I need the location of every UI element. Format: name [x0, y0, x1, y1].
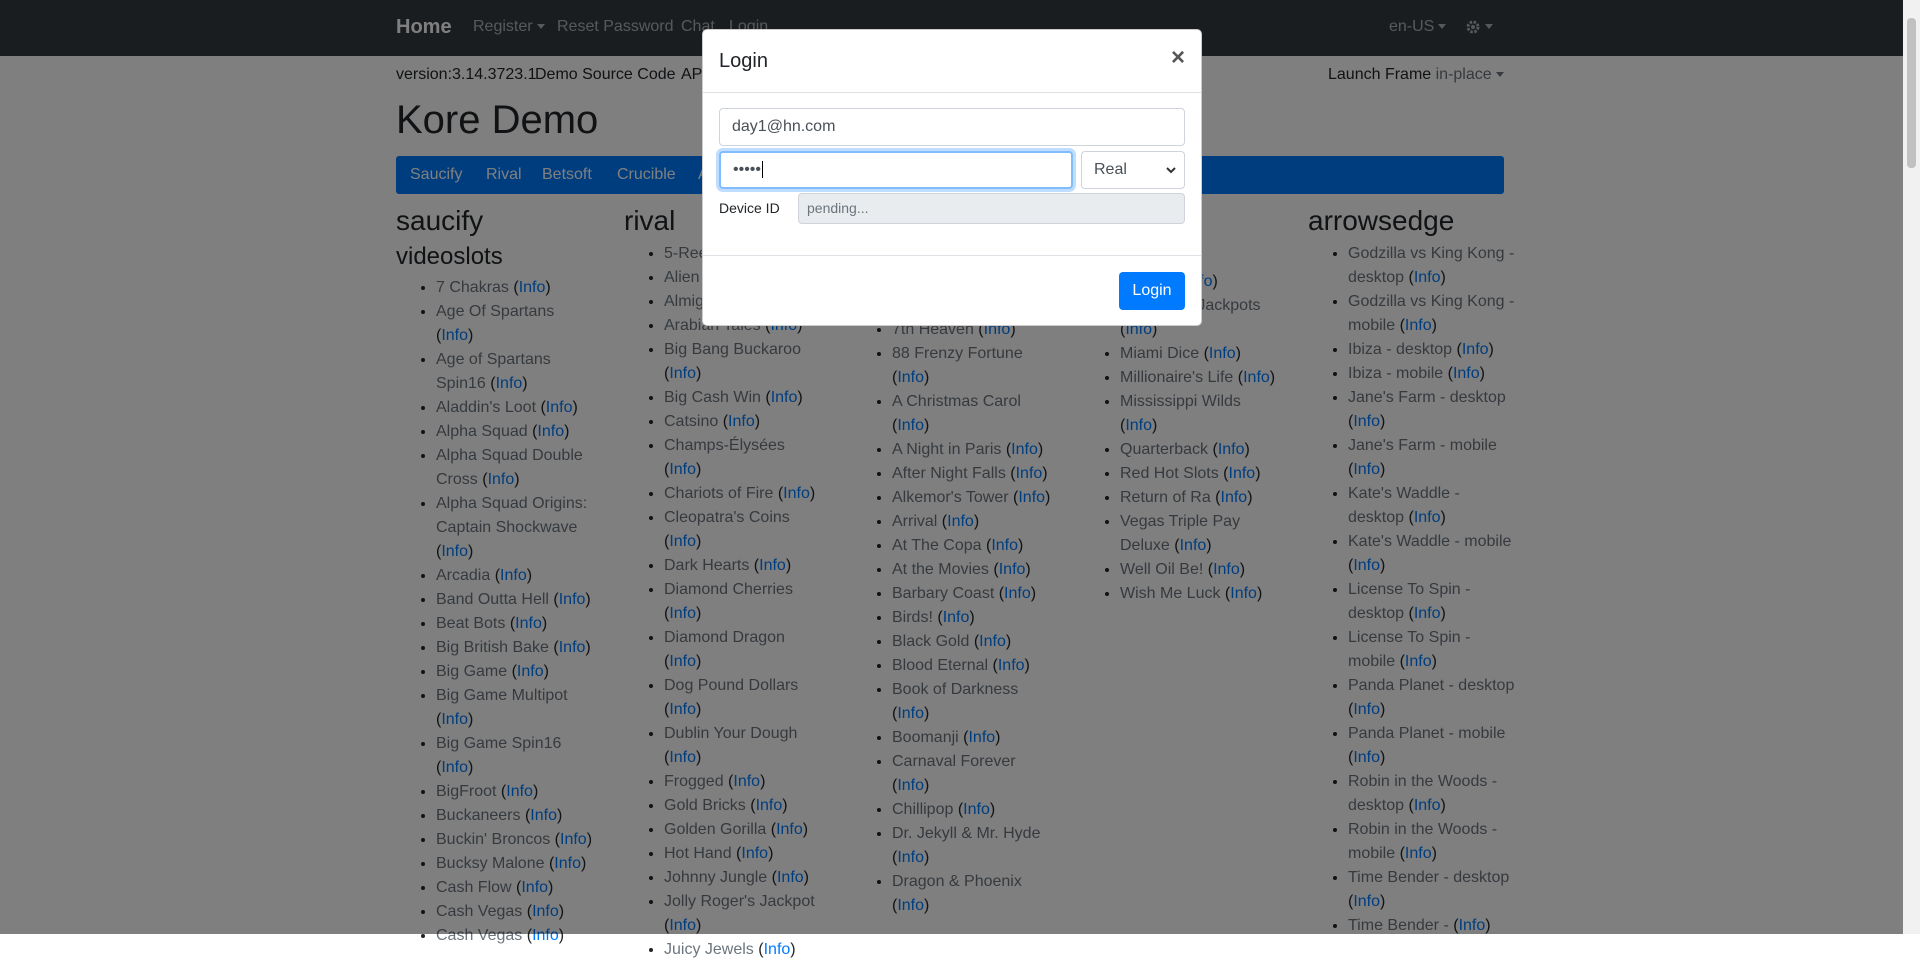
device-id-field: pending...: [798, 193, 1185, 224]
text-cursor: [762, 161, 764, 178]
chevron-down-icon: [1166, 167, 1176, 174]
modal-title: Login: [719, 50, 768, 72]
email-field[interactable]: day1@hn.com: [719, 108, 1185, 146]
scrollbar-thumb[interactable]: [1907, 18, 1916, 168]
password-mask: •••••: [733, 161, 762, 178]
game-link[interactable]: Juicy Jewels: [664, 941, 754, 958]
modal-footer: Login: [703, 255, 1201, 326]
info-link[interactable]: Info: [764, 941, 791, 958]
page-scrollbar[interactable]: [1903, 0, 1920, 934]
mode-select-value: Real: [1094, 161, 1127, 178]
device-id-label: Device ID: [719, 200, 780, 216]
mode-select[interactable]: Real: [1081, 151, 1185, 189]
password-field[interactable]: •••••: [719, 151, 1073, 189]
game-item: Juicy Jewels (Info): [664, 938, 824, 962]
close-button[interactable]: ×: [1171, 46, 1185, 70]
login-modal: Login × day1@hn.com ••••• Real Device ID…: [702, 29, 1202, 326]
modal-header: Login ×: [703, 30, 1201, 93]
login-button[interactable]: Login: [1119, 272, 1185, 310]
